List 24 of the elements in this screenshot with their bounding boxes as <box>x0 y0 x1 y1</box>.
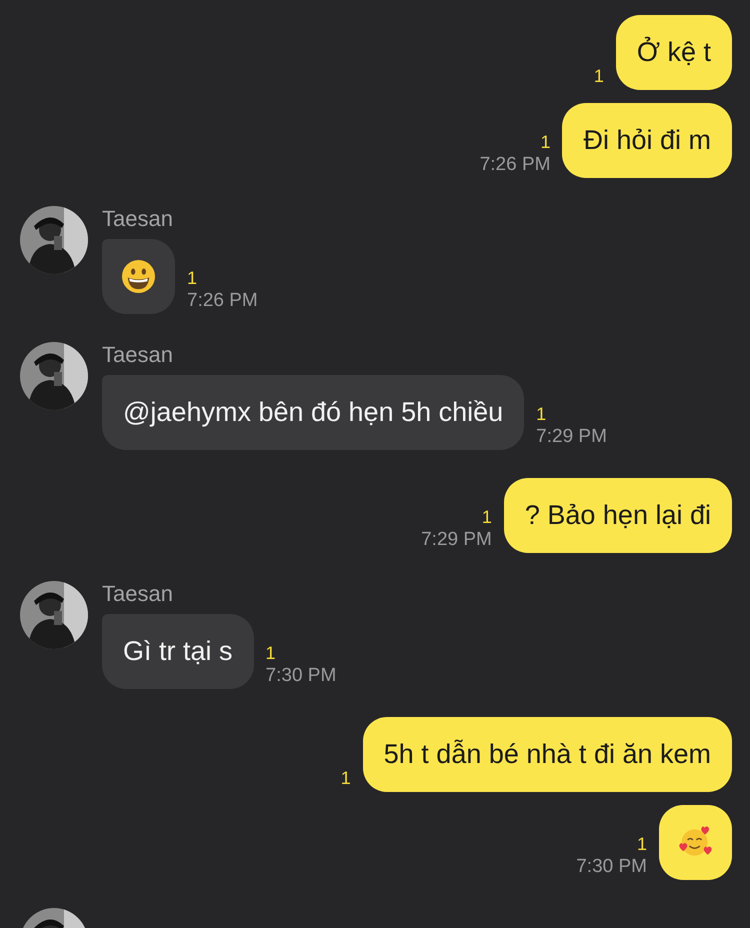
timestamp: 7:30 PM <box>576 856 647 878</box>
timestamp: 7:29 PM <box>421 529 492 551</box>
message-bubble: Đi hỏi đi m <box>562 103 732 178</box>
message-bubble: ? Bảo hẹn lại đi <box>504 478 732 553</box>
unread-count: 1 <box>340 767 351 790</box>
message-bubble: @jaehymx bên đó hẹn 5h chiều <box>102 375 524 450</box>
message-bubble: Gì tr tại s <box>102 614 254 689</box>
unread-count: 1 <box>540 131 550 154</box>
unread-count: 1 <box>266 642 276 665</box>
timestamp: 7:26 PM <box>480 154 550 176</box>
message-bubble: Ở kệ t <box>616 15 732 90</box>
unread-count: 1 <box>636 833 647 856</box>
message-bubble: 5h t dẫn bé nhà t đi ăn kem <box>362 717 732 792</box>
unread-count: 1 <box>536 403 546 426</box>
timestamp: 7:30 PM <box>266 665 336 687</box>
timestamp: 7:29 PM <box>536 426 607 448</box>
sender-name: Taesan <box>102 342 174 368</box>
unread-count: 1 <box>187 267 198 290</box>
timestamp: 7:26 PM <box>187 290 258 312</box>
sender-name: Taesan <box>102 206 174 232</box>
grinning-face-icon <box>121 259 156 294</box>
unread-count: 1 <box>482 506 492 529</box>
sender-name: Taesan <box>102 581 174 607</box>
unread-count: 1 <box>594 65 604 88</box>
